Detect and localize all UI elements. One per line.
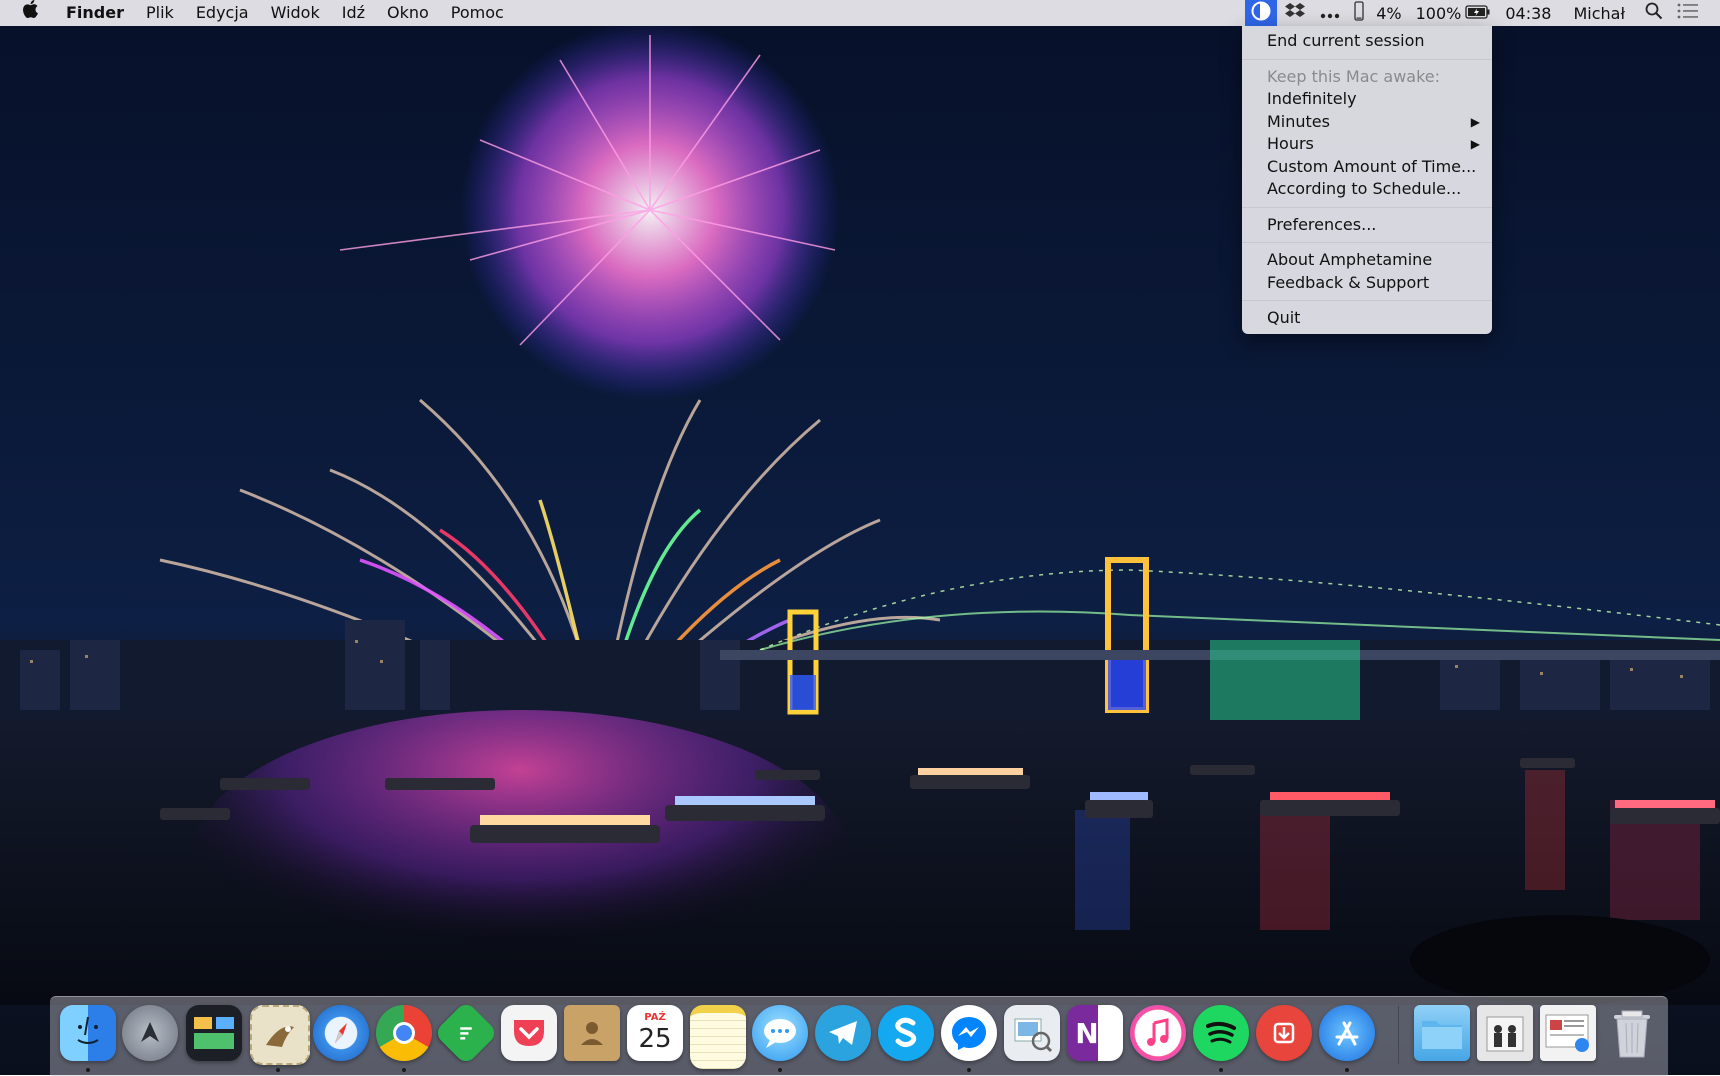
menu-bar-left: Finder Plik Edycja Widok Idź Okno Pomoc <box>0 0 515 26</box>
custom-time-item[interactable]: Custom Amount of Time... <box>1242 156 1492 179</box>
menu-separator <box>1242 300 1492 301</box>
phone-battery-status[interactable]: 4% <box>1347 0 1408 26</box>
running-indicator <box>778 1068 782 1072</box>
dropbox-icon <box>1284 2 1306 24</box>
preferences-item[interactable]: Preferences... <box>1242 214 1492 237</box>
submenu-arrow-icon: ▶ <box>1470 114 1480 129</box>
menu-edit[interactable]: Edycja <box>185 0 260 26</box>
running-indicator <box>86 1068 90 1072</box>
documents-stack-icon[interactable] <box>1540 1005 1596 1061</box>
notes-icon[interactable] <box>690 1005 746 1069</box>
preview-icon[interactable] <box>1004 1005 1060 1061</box>
telegram-icon[interactable] <box>815 1005 871 1061</box>
menu-window[interactable]: Okno <box>376 0 440 26</box>
mission-control-icon[interactable] <box>186 1005 242 1061</box>
menu-separator <box>1242 242 1492 243</box>
menu-file[interactable]: Plik <box>135 0 185 26</box>
calendar-day: 25 <box>638 1024 672 1054</box>
menu-separator <box>1242 58 1492 60</box>
stack-icon[interactable] <box>1477 1005 1533 1061</box>
contacts-icon[interactable] <box>564 1005 620 1061</box>
notification-center-icon <box>1677 3 1699 23</box>
quit-item[interactable]: Quit <box>1242 307 1492 330</box>
spotlight-button[interactable] <box>1638 0 1670 26</box>
amphetamine-status-button[interactable] <box>1245 0 1278 26</box>
pocket-icon[interactable] <box>501 1005 557 1061</box>
menu-bar-status-area: 4% 100% 04:38 Michał <box>1245 0 1720 26</box>
pill-icon <box>1250 1 1272 25</box>
menu-bar: Finder Plik Edycja Widok Idź Okno Pomoc <box>0 0 1720 26</box>
apple-logo-icon <box>22 0 39 27</box>
chrome-icon[interactable] <box>376 1005 432 1061</box>
clock[interactable]: 04:38 <box>1498 0 1558 26</box>
transmit-icon[interactable] <box>1256 1005 1312 1061</box>
hours-item[interactable]: Hours ▶ <box>1242 133 1492 156</box>
notification-center-button[interactable] <box>1670 0 1706 26</box>
phone-battery-percent: 4% <box>1376 3 1402 23</box>
ellipsis-status-button[interactable] <box>1313 0 1347 26</box>
menu-view[interactable]: Widok <box>260 0 331 26</box>
running-indicator <box>402 1068 406 1072</box>
menu-go[interactable]: Idź <box>331 0 376 26</box>
menu-separator <box>1242 206 1492 208</box>
end-session-item[interactable]: End current session <box>1242 30 1492 53</box>
folder-icon[interactable] <box>1414 1005 1470 1061</box>
indefinitely-item[interactable]: Indefinitely <box>1242 88 1492 111</box>
itunes-icon[interactable] <box>1130 1005 1186 1061</box>
user-menu[interactable]: Michał <box>1566 0 1632 26</box>
trash-icon[interactable] <box>1604 1005 1660 1061</box>
apple-menu-button[interactable] <box>0 0 55 26</box>
calendar-month: PAŹ <box>644 1012 666 1023</box>
keep-awake-header: Keep this Mac awake: <box>1267 66 1441 86</box>
hours-label: Hours <box>1267 134 1314 153</box>
minutes-item[interactable]: Minutes ▶ <box>1242 111 1492 134</box>
finder-icon[interactable] <box>60 1005 116 1061</box>
spotify-icon[interactable] <box>1193 1005 1249 1061</box>
about-item[interactable]: About Amphetamine <box>1242 249 1492 272</box>
mail-stamp-icon[interactable] <box>250 1005 310 1065</box>
skype-icon[interactable] <box>878 1005 934 1061</box>
schedule-item[interactable]: According to Schedule... <box>1242 178 1492 201</box>
battery-percent: 100% <box>1415 3 1462 23</box>
menu-app-name[interactable]: Finder <box>55 0 135 26</box>
ellipsis-icon <box>1320 4 1340 23</box>
launchpad-icon[interactable] <box>122 1005 178 1061</box>
amphetamine-menu: End current session Keep this Mac awake:… <box>1242 26 1492 334</box>
running-indicator <box>1345 1068 1349 1072</box>
submenu-arrow-icon: ▶ <box>1470 137 1480 151</box>
spotlight-search-icon <box>1645 2 1663 24</box>
battery-status[interactable]: 100% <box>1409 0 1499 26</box>
onenote-icon[interactable]: N <box>1067 1005 1123 1061</box>
dock-separator <box>1398 1006 1399 1064</box>
running-indicator <box>276 1068 280 1072</box>
messenger-icon[interactable] <box>941 1005 997 1061</box>
dropbox-status-button[interactable] <box>1277 0 1313 26</box>
app-store-icon[interactable] <box>1319 1005 1375 1061</box>
messages-icon[interactable] <box>752 1005 808 1061</box>
feedback-item[interactable]: Feedback & Support <box>1242 272 1492 295</box>
running-indicator <box>1219 1068 1223 1072</box>
phone-battery-icon <box>1354 1 1364 25</box>
battery-charging-icon <box>1465 4 1491 23</box>
safari-compass-icon[interactable] <box>313 1005 369 1061</box>
minutes-label: Minutes <box>1267 111 1330 131</box>
calendar-icon[interactable]: PAŹ 25 <box>627 1005 683 1061</box>
menu-help[interactable]: Pomoc <box>440 0 515 26</box>
running-indicator <box>967 1068 971 1072</box>
